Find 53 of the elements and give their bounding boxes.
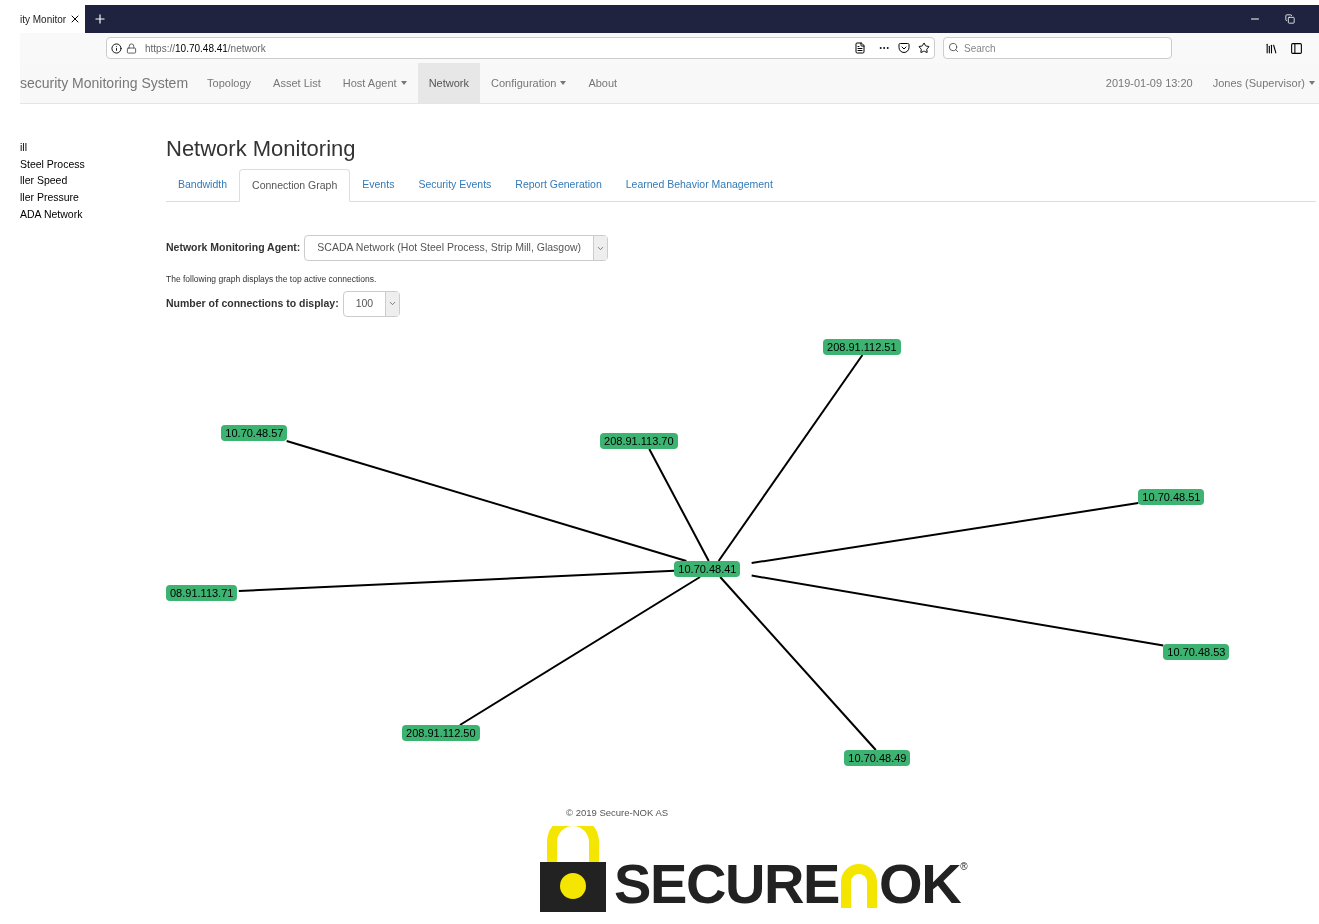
sidebar-item[interactable]: ill bbox=[20, 139, 166, 156]
page-title: Network Monitoring bbox=[166, 136, 357, 162]
restore-icon[interactable] bbox=[1285, 14, 1295, 24]
tab-title: ity Monitor bbox=[20, 12, 67, 27]
node-label[interactable]: 10.70.48.57 bbox=[221, 424, 288, 441]
nav-link[interactable]: Host Agent bbox=[331, 63, 418, 103]
sidebar-item[interactable]: ller Pressure bbox=[20, 189, 166, 206]
pocket-icon[interactable] bbox=[898, 42, 910, 54]
search-field[interactable]: Search bbox=[943, 37, 1172, 59]
sidebar-item[interactable]: ADA Network bbox=[20, 205, 166, 223]
node-label[interactable]: 208.91.112.50 bbox=[402, 724, 480, 741]
node-label[interactable]: 208.91.112.51 bbox=[823, 338, 901, 355]
new-tab-icon[interactable] bbox=[93, 12, 107, 26]
page-tab[interactable]: Connection Graph bbox=[239, 169, 351, 202]
description-text: The following graph displays the top active connections. bbox=[166, 273, 378, 286]
sidebar-item[interactable]: ller Speed bbox=[20, 172, 166, 190]
count-select[interactable]: 100 bbox=[342, 290, 401, 317]
user-menu[interactable]: Jones (Supervisor) bbox=[1212, 74, 1319, 92]
address-bar[interactable]: https://10.70.48.41/network bbox=[106, 37, 935, 59]
nav-link[interactable]: Network bbox=[417, 63, 480, 103]
info-icon bbox=[111, 42, 122, 54]
search-icon bbox=[948, 42, 959, 53]
star-icon[interactable] bbox=[918, 42, 930, 54]
url-text: https://10.70.48.41/network bbox=[145, 41, 266, 56]
page-tab[interactable]: Bandwidth bbox=[166, 169, 240, 201]
copyright-text: © 2019 Secure-NOK AS bbox=[566, 805, 670, 820]
brand-title[interactable]: security Monitoring System bbox=[20, 72, 189, 94]
page-tab[interactable]: Learned Behavior Management bbox=[613, 169, 785, 201]
page-tab[interactable]: Report Generation bbox=[503, 169, 614, 201]
nav-link[interactable]: Configuration bbox=[479, 63, 578, 103]
nav-link[interactable]: Asset List bbox=[262, 63, 332, 103]
agent-select[interactable]: SCADA Network (Hot Steel Process, Strip Mill, Glasgow) bbox=[304, 235, 609, 261]
lock-icon bbox=[126, 42, 137, 54]
node-label[interactable]: 08.91.113.71 bbox=[166, 584, 238, 601]
page-tab[interactable]: Events bbox=[350, 169, 407, 201]
browser-tab[interactable]: ity Monitor bbox=[20, 5, 85, 33]
count-label: Number of connections to display: bbox=[166, 295, 339, 311]
datetime-text: 2019-01-09 13:20 bbox=[1105, 75, 1193, 91]
securenok-logo: SECURE OK® bbox=[540, 826, 1316, 912]
nav-link[interactable]: About bbox=[577, 63, 629, 103]
node-label[interactable]: 208.91.113.70 bbox=[600, 432, 678, 449]
close-icon[interactable] bbox=[69, 13, 81, 25]
node-label[interactable]: 10.70.48.53 bbox=[1163, 643, 1230, 660]
node-label[interactable]: 10.70.48.51 bbox=[1138, 488, 1205, 505]
sidebar-item[interactable]: Steel Process bbox=[20, 155, 166, 173]
page-tab[interactable]: Security Events bbox=[406, 169, 504, 201]
node-label[interactable]: 10.70.48.49 bbox=[844, 749, 911, 766]
nav-link[interactable]: Topology bbox=[196, 63, 263, 103]
agent-label: Network Monitoring Agent: bbox=[166, 240, 301, 256]
reader-icon[interactable] bbox=[854, 42, 866, 54]
library-icon[interactable] bbox=[1265, 41, 1278, 55]
node-label[interactable]: 10.70.48.41 bbox=[674, 560, 741, 577]
sidebar-icon[interactable] bbox=[1290, 41, 1303, 55]
